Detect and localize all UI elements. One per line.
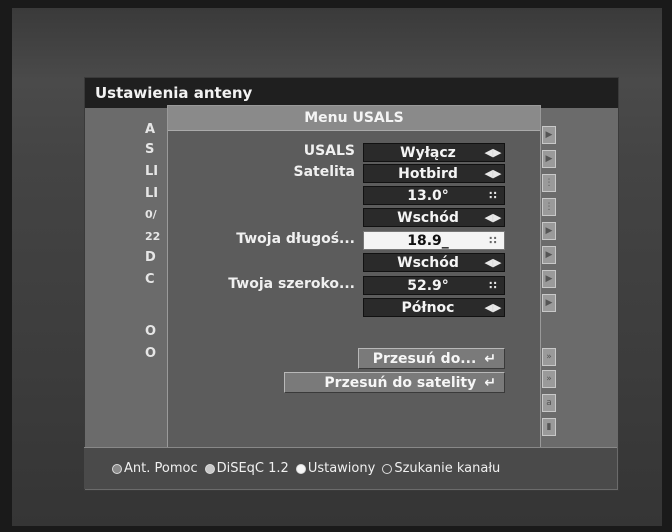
- usals-menu-dialog: Menu USALS USALS Wyłącz ◀▶ Satelita Hotb…: [167, 105, 541, 449]
- footer-label: Ant. Pomoc: [124, 461, 198, 476]
- satelita-value: Hotbird: [398, 165, 458, 182]
- gray-key-icon: [112, 463, 122, 474]
- usals-menu-title: Menu USALS: [168, 106, 540, 131]
- partial-label: LI: [145, 164, 159, 179]
- hollow-key-icon: [382, 463, 393, 474]
- left-right-arrows-icon: ◀▶: [484, 301, 502, 314]
- move-to-label: Przesuń do...: [372, 350, 477, 367]
- hidden-fast-forward-icon: »: [542, 370, 556, 388]
- latitude-direction-value: Północ: [401, 299, 455, 316]
- latitude-label: Twoja szeroko...: [228, 276, 355, 292]
- longitude-input[interactable]: 18.9_ ∷: [363, 231, 505, 250]
- footer-item-diseqc[interactable]: DiSEqC 1.2: [204, 461, 289, 476]
- latitude-value: 52.9°: [407, 277, 449, 294]
- left-right-arrows-icon: ◀▶: [484, 211, 502, 224]
- satelita-label: Satelita: [293, 164, 355, 180]
- partial-label: C: [145, 272, 155, 287]
- partial-label: D: [145, 250, 156, 265]
- hidden-arrow-icon: ▶: [542, 246, 556, 264]
- move-to-button[interactable]: Przesuń do... ↵: [358, 348, 505, 369]
- satelita-selector[interactable]: Hotbird ◀▶: [363, 164, 505, 183]
- hidden-arrow-icon: ▶: [542, 294, 556, 312]
- enter-icon: ↵: [484, 374, 496, 391]
- hidden-arrow-icon: ▶: [542, 126, 556, 144]
- partial-label: 0/: [145, 208, 157, 221]
- move-to-satellite-label: Przesuń do satelity: [324, 374, 477, 391]
- hidden-arrow-icon: ▶: [542, 270, 556, 288]
- white-key-icon: [295, 463, 306, 474]
- hidden-letter-icon: a: [542, 394, 556, 412]
- hidden-scrollbar: ▮: [542, 418, 556, 436]
- footer-label: Szukanie kanału: [394, 461, 501, 476]
- usals-value: Wyłącz: [400, 144, 456, 161]
- hidden-keypad-icon: ⋮: [542, 198, 556, 216]
- partial-label: O: [145, 346, 157, 361]
- hidden-arrow-icon: ▶: [542, 222, 556, 240]
- light-gray-key-icon: [204, 463, 215, 474]
- left-right-arrows-icon: ◀▶: [484, 167, 502, 180]
- longitude-label: Twoja długoś...: [236, 231, 355, 247]
- numeric-keypad-icon: ∷: [489, 189, 497, 202]
- partial-label: O: [145, 324, 157, 339]
- longitude-direction-value: Wschód: [397, 254, 459, 271]
- footer-label: Ustawiony: [307, 461, 376, 476]
- hidden-arrow-icon: ▶: [542, 150, 556, 168]
- numeric-keypad-icon: ∷: [489, 279, 497, 292]
- footer-label: DiSEqC 1.2: [216, 461, 289, 476]
- partial-label: LI: [145, 186, 159, 201]
- hidden-fast-forward-icon: »: [542, 348, 556, 366]
- enter-icon: ↵: [484, 350, 496, 367]
- footer-item-szukanie-kanalu[interactable]: Szukanie kanału: [382, 461, 500, 476]
- usals-selector[interactable]: Wyłącz ◀▶: [363, 143, 505, 162]
- partial-label: S: [145, 142, 155, 157]
- satellite-direction-value: Wschód: [397, 209, 459, 226]
- latitude-input[interactable]: 52.9° ∷: [363, 276, 505, 295]
- usals-label: USALS: [303, 143, 355, 159]
- color-key-bar: Ant. Pomoc DiSEqC 1.2 Ustawiony Szukanie…: [84, 447, 617, 489]
- numeric-keypad-icon: ∷: [489, 234, 497, 247]
- tv-screen: Ustawienia anteny A S LI LI 0/ 22 D C O …: [12, 8, 662, 526]
- latitude-direction-selector[interactable]: Północ ◀▶: [363, 298, 505, 317]
- footer-item-ant-pomoc[interactable]: Ant. Pomoc: [112, 461, 198, 476]
- satellite-position-value: 13.0°: [407, 187, 449, 204]
- longitude-direction-selector[interactable]: Wschód ◀▶: [363, 253, 505, 272]
- footer-item-ustawiony[interactable]: Ustawiony: [295, 461, 376, 476]
- partial-label: A: [145, 122, 156, 137]
- antenna-settings-title: Ustawienia anteny: [85, 78, 618, 108]
- left-right-arrows-icon: ◀▶: [484, 146, 502, 159]
- left-right-arrows-icon: ◀▶: [484, 256, 502, 269]
- hidden-keypad-icon: ⋮: [542, 174, 556, 192]
- satellite-direction-selector[interactable]: Wschód ◀▶: [363, 208, 505, 227]
- satellite-position-input[interactable]: 13.0° ∷: [363, 186, 505, 205]
- partial-label: 22: [145, 230, 161, 243]
- longitude-value: 18.9_: [407, 232, 449, 249]
- move-to-satellite-button[interactable]: Przesuń do satelity ↵: [284, 372, 505, 393]
